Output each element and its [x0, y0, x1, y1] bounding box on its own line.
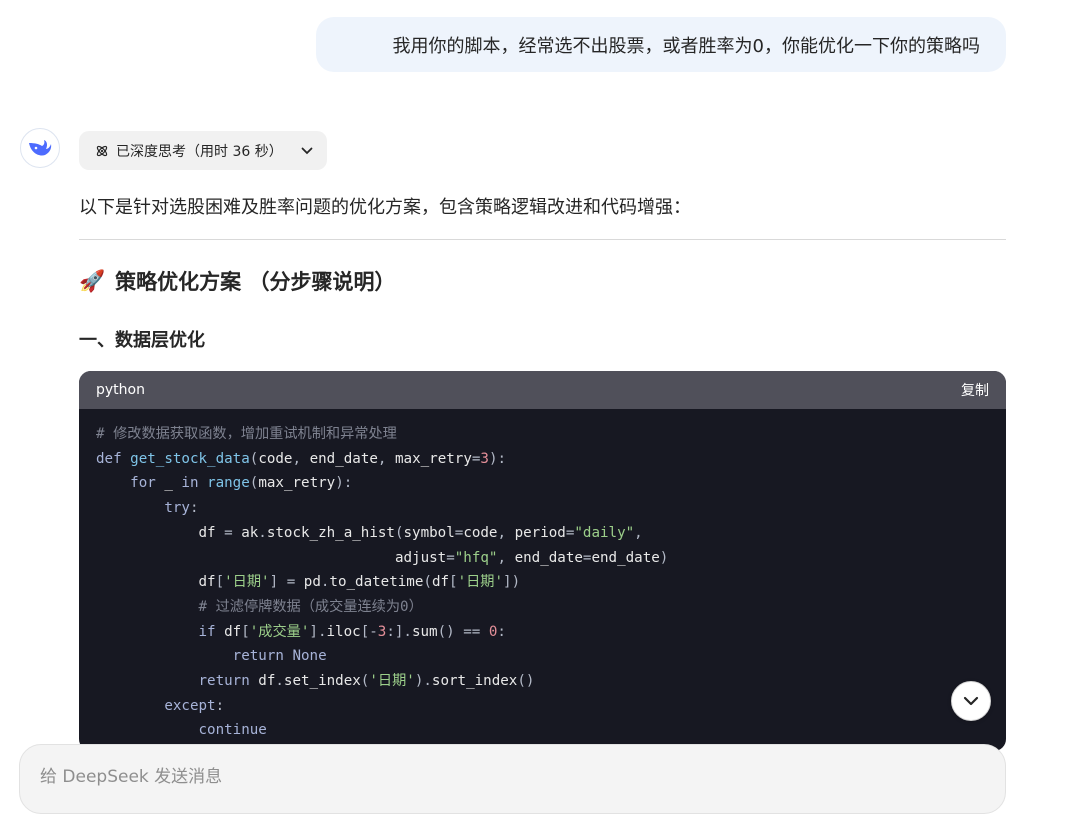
code-block: python 复制 # 修改数据获取函数，增加重试机制和异常处理 def get_…: [79, 371, 1006, 751]
code-line: # 过滤停牌数据（成交量连续为0）: [198, 598, 423, 615]
user-message-text: 我用你的脚本，经常选不出股票，或者胜率为0，你能优化一下你的策略吗: [392, 35, 980, 57]
user-message: 我用你的脚本，经常选不出股票，或者胜率为0，你能优化一下你的策略吗: [316, 17, 1006, 72]
assistant-intro-text: 以下是针对选股困难及胜率问题的优化方案，包含策略逻辑改进和代码增强：: [79, 197, 691, 218]
subsection-heading: 一、数据层优化: [79, 330, 205, 351]
code-line: df = ak.stock_zh_a_hist(symbol=code, per…: [96, 524, 643, 541]
message-input[interactable]: [38, 763, 942, 791]
code-line: return None: [232, 648, 327, 665]
chevron-down-icon: [963, 696, 979, 706]
section-heading-text: 策略优化方案 （分步骤说明）: [115, 270, 396, 294]
code-line: def get_stock_data(code, end_date, max_r…: [96, 450, 507, 467]
code-line: adjust="hfq", end_date=end_date): [96, 549, 669, 566]
code-block-header: python 复制: [79, 371, 1006, 409]
code-language-label: python: [96, 382, 145, 398]
code-line: try:: [164, 500, 199, 517]
scroll-to-bottom-button[interactable]: [951, 681, 991, 721]
code-line: return df.set_index('日期').sort_index(): [198, 673, 535, 690]
code-line: for _ in range(max_retry):: [130, 475, 353, 492]
message-input-box[interactable]: [19, 744, 1006, 814]
section-heading: 🚀 策略优化方案 （分步骤说明）: [79, 266, 395, 296]
thinking-label: 已深度思考（用时 36 秒）: [116, 143, 283, 160]
code-content: # 修改数据获取函数，增加重试机制和异常处理 def get_stock_data…: [79, 409, 1006, 743]
code-line: # 修改数据获取函数，增加重试机制和异常处理: [96, 426, 397, 442]
copy-button[interactable]: 复制: [961, 380, 989, 400]
rocket-icon: 🚀: [79, 268, 106, 293]
chevron-down-icon: [301, 147, 313, 154]
thinking-toggle-button[interactable]: 已深度思考（用时 36 秒）: [79, 131, 327, 170]
atom-icon: [96, 145, 108, 156]
code-line: df['日期'] = pd.to_datetime(df['日期']): [96, 574, 521, 591]
code-line: if df['成交量'].iloc[-3:].sum() == 0:: [198, 623, 506, 640]
assistant-avatar: [20, 128, 60, 168]
deepseek-whale-icon: [29, 140, 52, 156]
code-line: continue: [198, 722, 267, 739]
code-line: except:: [164, 697, 225, 714]
divider: [79, 239, 1006, 240]
